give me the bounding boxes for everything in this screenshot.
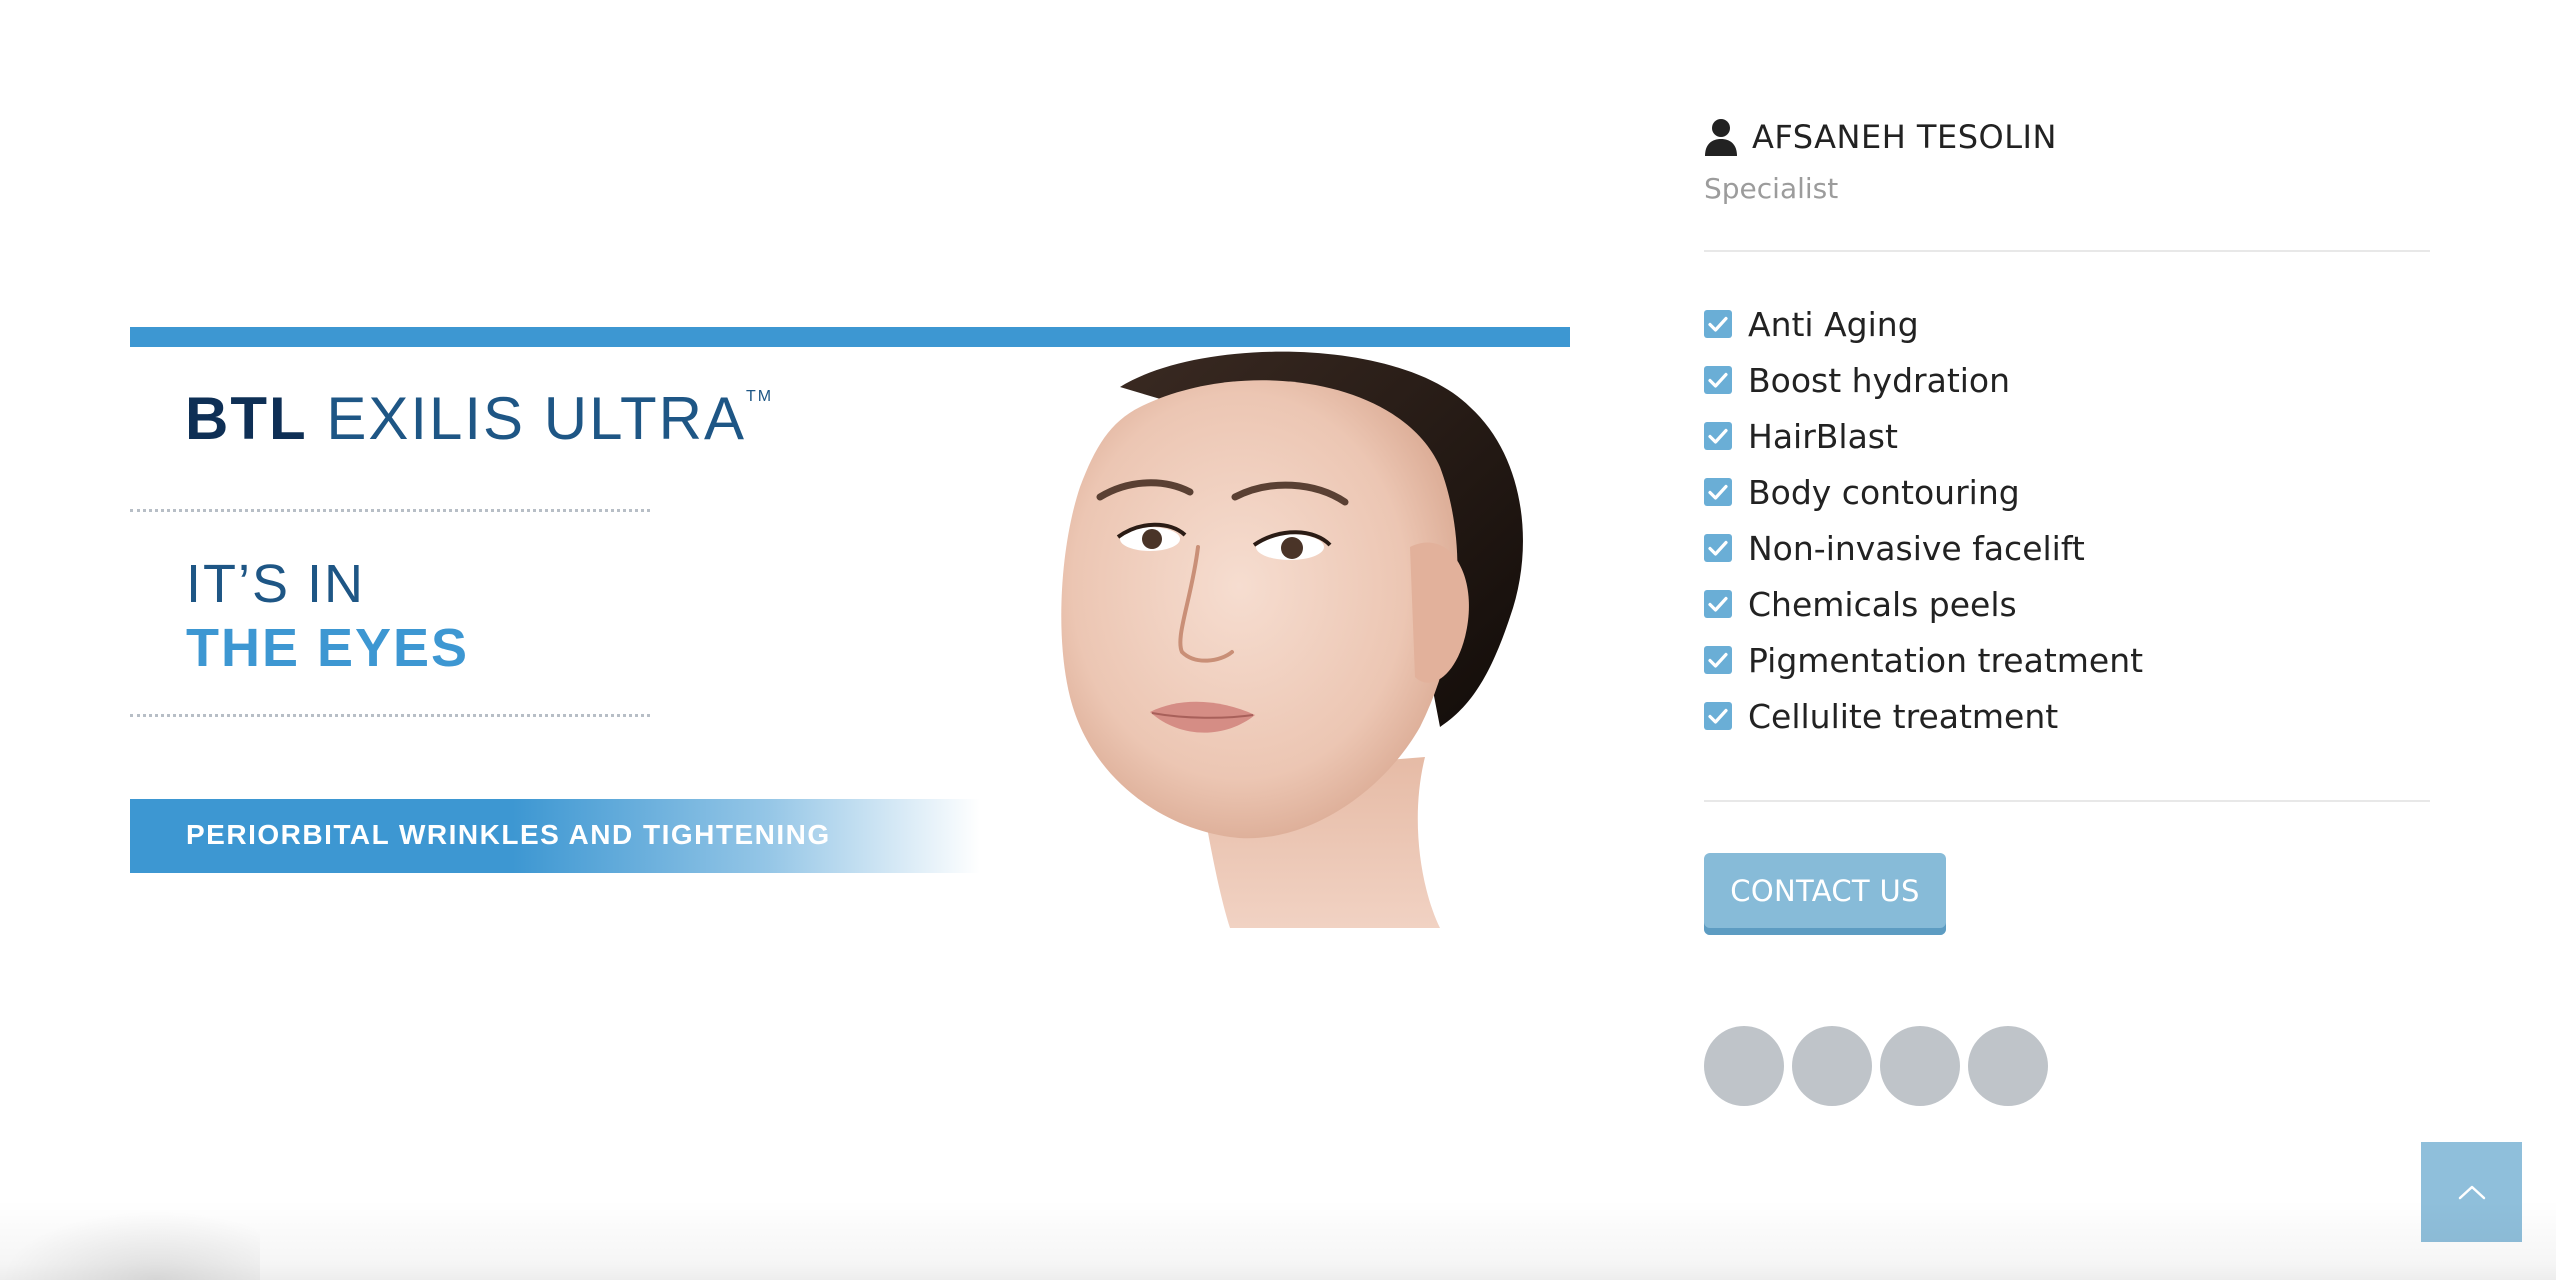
banner-divider: [130, 714, 650, 717]
service-item: Anti Aging: [1704, 296, 2143, 352]
face-photo: [1061, 351, 1523, 928]
section-divider: [1704, 250, 2430, 252]
banner-tagline-line2: THE EYES: [186, 618, 470, 678]
profile-role: Specialist: [1704, 172, 1839, 205]
brand-product-name: EXILIS ULTRA: [326, 385, 746, 452]
promo-banner: BTL EXILIS ULTRATM IT’S IN THE EYES PERI…: [130, 327, 1570, 928]
footer-shadow: [0, 1200, 2556, 1280]
banner-tagline-line1: IT’S IN: [186, 554, 366, 614]
social-link-1[interactable]: [1704, 1026, 1784, 1106]
back-to-top-button[interactable]: [2421, 1142, 2522, 1242]
social-link-2[interactable]: [1792, 1026, 1872, 1106]
banner-ribbon: PERIORBITAL WRINKLES AND TIGHTENING: [130, 799, 980, 873]
user-icon: [1705, 119, 1737, 156]
service-item: Chemicals peels: [1704, 576, 2143, 632]
service-item: Cellulite treatment: [1704, 688, 2143, 744]
service-label: Non-invasive facelift: [1748, 528, 2085, 568]
brand-logo: BTL EXILIS ULTRATM: [185, 389, 773, 449]
service-item: Body contouring: [1704, 464, 2143, 520]
social-link-4[interactable]: [1968, 1026, 2048, 1106]
service-label: Chemicals peels: [1748, 584, 2017, 624]
checkbox-checked-icon: [1704, 422, 1732, 450]
social-link-3[interactable]: [1880, 1026, 1960, 1106]
service-label: HairBlast: [1748, 416, 1898, 456]
checkbox-checked-icon: [1704, 478, 1732, 506]
checkbox-checked-icon: [1704, 590, 1732, 618]
social-links: [1704, 1026, 2048, 1106]
service-label: Boost hydration: [1748, 360, 2011, 400]
section-divider: [1704, 800, 2430, 802]
services-list: Anti Aging Boost hydration HairBlast Bod…: [1704, 296, 2143, 744]
checkbox-checked-icon: [1704, 534, 1732, 562]
brand-btl: BTL: [185, 385, 308, 452]
banner-ribbon-text: PERIORBITAL WRINKLES AND TIGHTENING: [186, 819, 831, 850]
checkbox-checked-icon: [1704, 366, 1732, 394]
brand-trademark: TM: [746, 388, 774, 405]
service-label: Pigmentation treatment: [1748, 640, 2144, 680]
chevron-up-icon: [2458, 1185, 2485, 1200]
service-item: HairBlast: [1704, 408, 2143, 464]
service-item: Pigmentation treatment: [1704, 632, 2143, 688]
service-label: Body contouring: [1748, 472, 2020, 512]
banner-divider: [130, 509, 650, 512]
checkbox-checked-icon: [1704, 702, 1732, 730]
checkbox-checked-icon: [1704, 310, 1732, 338]
service-label: Cellulite treatment: [1748, 696, 2059, 736]
contact-us-button[interactable]: CONTACT US: [1704, 853, 1946, 935]
service-item: Boost hydration: [1704, 352, 2143, 408]
service-label: Anti Aging: [1748, 304, 1919, 344]
checkbox-checked-icon: [1704, 646, 1732, 674]
profile-name: AFSANEH TESOLIN: [1752, 118, 2057, 156]
service-item: Non-invasive facelift: [1704, 520, 2143, 576]
banner-top-stripe: [130, 327, 1570, 347]
corner-shadow: [0, 1210, 260, 1280]
profile-header: AFSANEH TESOLIN: [1704, 112, 2057, 162]
